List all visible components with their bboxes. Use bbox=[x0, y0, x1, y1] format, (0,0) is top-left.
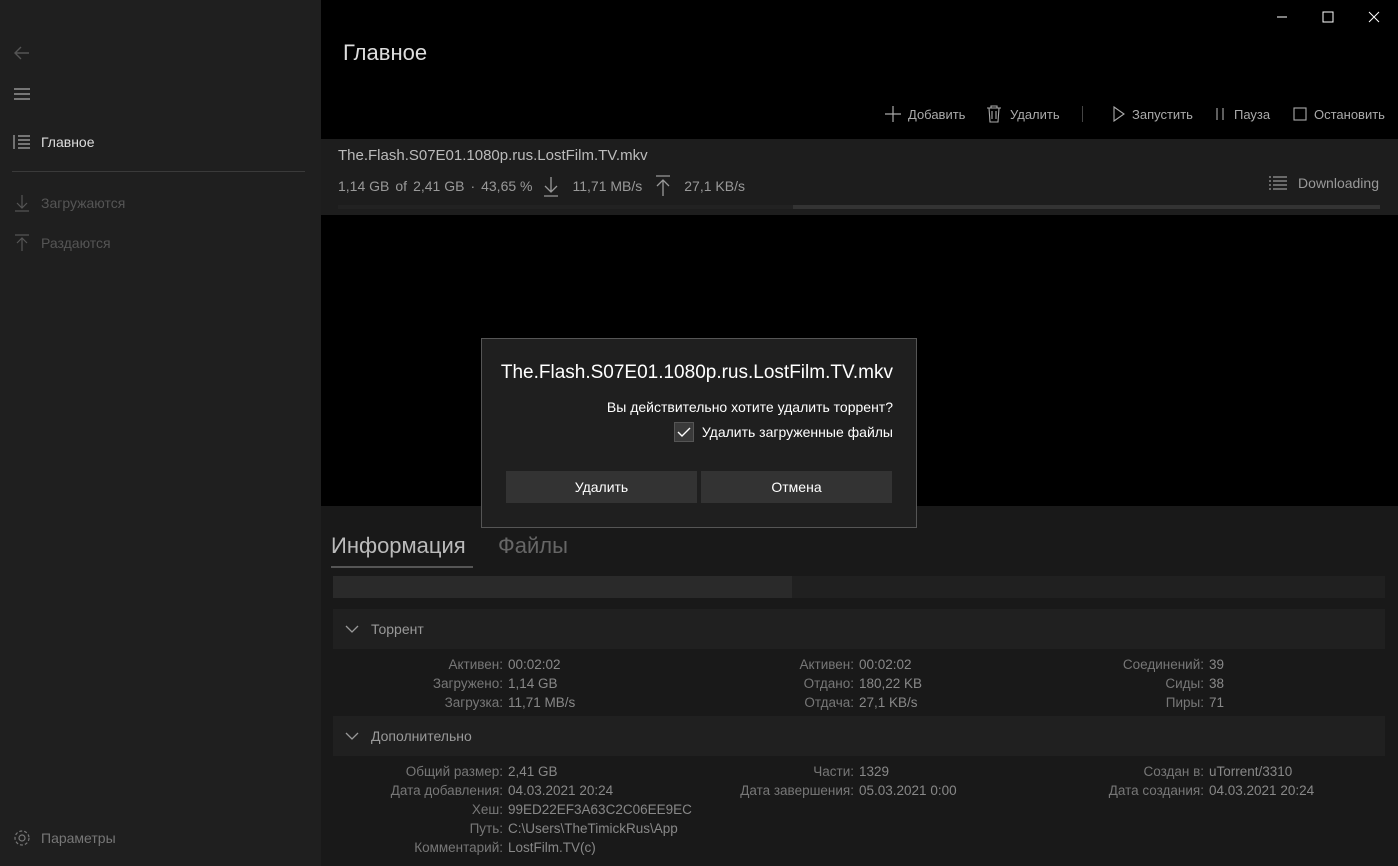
details-progress-bar bbox=[333, 576, 1385, 598]
close-icon[interactable] bbox=[1363, 6, 1385, 28]
start-button-label: Запустить bbox=[1132, 106, 1193, 122]
confirm-delete-button[interactable]: Удалить bbox=[506, 471, 697, 503]
section-title: Дополнительно bbox=[371, 728, 472, 744]
download-speed: 11,71 MB/s bbox=[572, 178, 643, 194]
upload-speed-icon bbox=[656, 175, 671, 196]
maximize-icon[interactable] bbox=[1317, 6, 1339, 28]
add-button[interactable]: Добавить bbox=[884, 102, 965, 126]
page-title: Главное bbox=[343, 40, 428, 65]
back-arrow-icon[interactable] bbox=[12, 43, 32, 63]
tab-info[interactable]: Информация bbox=[331, 533, 466, 559]
torrent-col-1: Активен: 00:02:02 Загружено: 1,14 GB Загру… bbox=[432, 657, 576, 710]
section-title: Торрент bbox=[371, 621, 424, 637]
chevron-down-icon bbox=[345, 732, 359, 740]
chevron-down-icon bbox=[345, 625, 359, 633]
downloaded-size: 1,14 GB bbox=[338, 178, 390, 194]
section-torrent-header[interactable]: Торрент bbox=[333, 609, 1385, 649]
download-speed-icon bbox=[544, 177, 559, 197]
sidebar-item-label: Загружаются bbox=[41, 195, 126, 211]
settings-label: Параметры bbox=[41, 830, 116, 846]
torrent-status: Downloading bbox=[1268, 175, 1379, 191]
play-icon bbox=[1113, 106, 1125, 122]
sidebar: Главное Загружаются Раздаются Параметры bbox=[0, 0, 321, 866]
plus-icon bbox=[885, 106, 901, 122]
pause-button[interactable]: Пауза bbox=[1214, 102, 1270, 126]
extra-col-2: Части: 1329 Дата завершения: 05.03.2021 0:… bbox=[740, 764, 957, 798]
list-icon bbox=[13, 135, 30, 149]
cancel-button[interactable]: Отмена bbox=[701, 471, 892, 503]
pause-button-label: Пауза bbox=[1234, 106, 1271, 122]
percent-complete: 43,65 % bbox=[481, 178, 533, 194]
delete-button-label: Удалить bbox=[1010, 106, 1060, 122]
tab-active-indicator bbox=[331, 566, 473, 568]
torrent-progress-bar bbox=[338, 205, 1380, 209]
checkbox-box[interactable] bbox=[673, 422, 694, 442]
gear-icon bbox=[14, 830, 30, 846]
hamburger-icon[interactable] bbox=[12, 84, 32, 104]
pause-icon bbox=[1216, 108, 1224, 120]
details-progress-fill bbox=[333, 576, 792, 598]
delete-button[interactable]: Удалить bbox=[986, 102, 1060, 126]
torrent-col-3: Соединений: 39 Сиды: 38 Пиры: 71 bbox=[1122, 657, 1225, 710]
extra-col-1: Общий размер: 2,41 GB Дата добавления: 04.… bbox=[390, 764, 692, 855]
stop-button-label: Остановить bbox=[1314, 106, 1385, 122]
delete-files-checkbox[interactable]: Удалить загруженные файлы bbox=[673, 422, 893, 442]
trash-icon bbox=[987, 105, 1001, 123]
sidebar-divider bbox=[12, 171, 305, 172]
upload-speed: 27,1 KB/s bbox=[684, 178, 745, 194]
upload-arrow-icon bbox=[15, 234, 29, 251]
checkmark-icon bbox=[677, 427, 691, 437]
dialog-message: Вы действительно хотите удалить торрент? bbox=[606, 399, 893, 415]
torrent-col-2: Активен: 00:02:02 Отдано: 180,22 KB Отдача… bbox=[799, 657, 923, 710]
minimize-icon[interactable] bbox=[1271, 6, 1293, 28]
torrent-stats: 1,14 GB of 2,41 GB · 43,65 % 11,71 MB/s … bbox=[338, 175, 751, 197]
sidebar-item-label: Главное bbox=[41, 134, 95, 150]
tab-files[interactable]: Файлы bbox=[498, 533, 568, 559]
stop-button[interactable]: Остановить bbox=[1292, 102, 1385, 126]
delete-confirm-dialog: The.Flash.S07E01.1080p.rus.LostFilm.TV.m… bbox=[481, 338, 917, 528]
status-text: Downloading bbox=[1298, 175, 1379, 191]
dialog-title: The.Flash.S07E01.1080p.rus.LostFilm.TV.m… bbox=[500, 362, 893, 383]
add-button-label: Добавить bbox=[908, 106, 966, 122]
torrent-progress-fill bbox=[338, 205, 793, 209]
total-size: 2,41 GB bbox=[413, 178, 465, 194]
torrent-name: The.Flash.S07E01.1080p.rus.LostFilm.TV.m… bbox=[338, 147, 648, 164]
list-icon bbox=[1269, 176, 1288, 190]
checkbox-label: Удалить загруженные файлы bbox=[701, 424, 893, 440]
extra-col-3: Создан в: uTorrent/3310 Дата создания: 04.… bbox=[1108, 764, 1315, 798]
section-extra-header[interactable]: Дополнительно bbox=[333, 716, 1385, 756]
of-text: of bbox=[395, 178, 408, 194]
sidebar-item-label: Раздаются bbox=[41, 235, 111, 251]
start-button[interactable]: Запустить bbox=[1112, 102, 1193, 126]
stop-icon bbox=[1293, 107, 1307, 121]
separator-dot: · bbox=[470, 178, 476, 194]
download-arrow-icon bbox=[15, 195, 29, 212]
toolbar-divider bbox=[1082, 106, 1083, 122]
